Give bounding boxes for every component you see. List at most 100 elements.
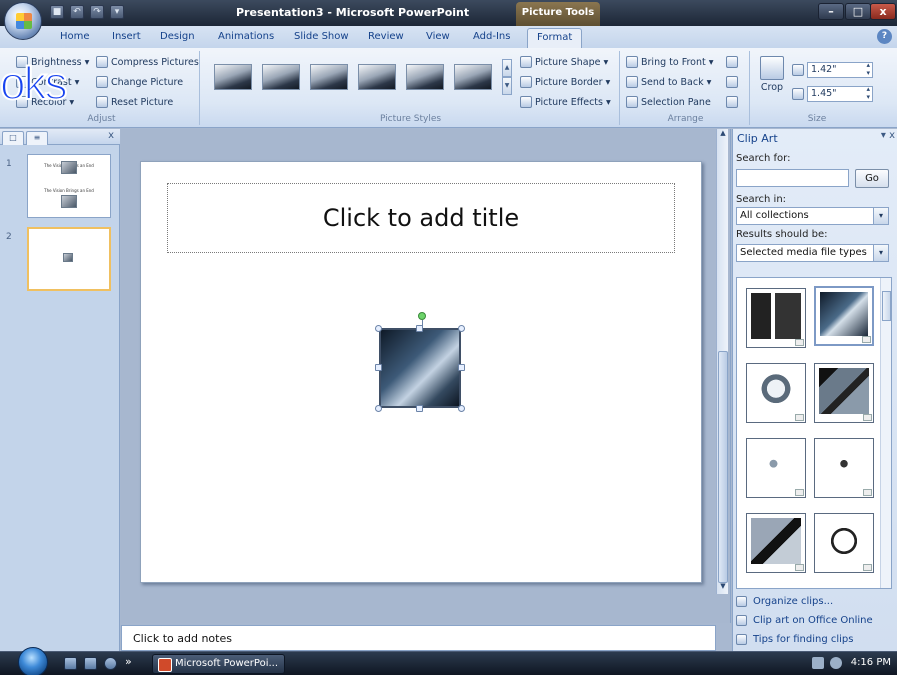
bring-to-front-button[interactable]: Bring to Front ▾ — [626, 56, 714, 68]
selected-clip-art-picture[interactable] — [379, 328, 461, 408]
clip-art-result[interactable] — [746, 438, 806, 498]
clip-art-result[interactable] — [746, 363, 806, 423]
resize-handle-bottom-right[interactable] — [458, 405, 465, 412]
change-picture-button[interactable]: Change Picture — [96, 76, 183, 88]
title-placeholder[interactable]: Click to add title — [167, 183, 675, 253]
width-field[interactable]: 1.45" — [792, 85, 873, 102]
maximize-button[interactable]: □ — [845, 3, 871, 20]
clip-art-results[interactable] — [736, 277, 892, 589]
show-desktop-icon[interactable] — [64, 657, 77, 670]
resize-handle-left[interactable] — [375, 364, 382, 371]
network-icon[interactable] — [812, 657, 824, 669]
save-icon[interactable]: ■ — [50, 5, 64, 19]
clip-menu-icon[interactable] — [863, 414, 872, 421]
tab-review[interactable]: Review — [368, 31, 404, 42]
clip-image — [751, 293, 801, 339]
resize-handle-top[interactable] — [416, 325, 423, 332]
styles-scroll-up[interactable]: ▲ — [502, 59, 512, 77]
tab-format[interactable]: Format — [527, 28, 583, 48]
results-select[interactable]: Selected media file types — [736, 244, 889, 262]
close-icon[interactable]: x — [108, 130, 114, 141]
minimize-button[interactable]: – — [818, 3, 844, 20]
resize-handle-right[interactable] — [458, 364, 465, 371]
group-objects-button[interactable] — [726, 76, 738, 88]
clip-menu-icon[interactable] — [862, 336, 871, 343]
notes-pane[interactable]: Click to add notes — [121, 625, 716, 651]
resize-handle-top-right[interactable] — [458, 325, 465, 332]
vertical-scrollbar[interactable]: ▲ ▼ — [716, 129, 728, 594]
search-in-select[interactable]: All collections — [736, 207, 889, 225]
scroll-down-arrow[interactable]: ▼ — [718, 582, 728, 592]
styles-scroll-down[interactable]: ▼ — [502, 77, 512, 95]
clip-art-result[interactable] — [746, 513, 806, 573]
slide-thumbnail-2[interactable] — [27, 227, 111, 291]
tab-slides[interactable]: □ — [2, 131, 24, 145]
tab-view[interactable]: View — [426, 31, 450, 42]
search-input[interactable] — [736, 169, 849, 187]
start-button[interactable] — [18, 647, 48, 675]
close-button[interactable]: x — [870, 3, 896, 20]
resize-handle-bottom-left[interactable] — [375, 405, 382, 412]
clip-art-result[interactable] — [814, 363, 874, 423]
align-button[interactable] — [726, 56, 738, 68]
tab-design[interactable]: Design — [160, 31, 195, 42]
volume-icon[interactable] — [830, 657, 842, 669]
switch-windows-icon[interactable] — [84, 657, 97, 670]
scrollbar-thumb[interactable] — [718, 351, 728, 583]
clip-menu-icon[interactable] — [863, 489, 872, 496]
crop-button[interactable]: Crop — [760, 56, 784, 93]
pane-options-close[interactable]: ▾ x — [881, 130, 895, 141]
tab-slide-show[interactable]: Slide Show — [294, 31, 349, 42]
picture-shape-button[interactable]: Picture Shape ▾ — [520, 56, 608, 68]
picture-effects-button[interactable]: Picture Effects ▾ — [520, 96, 611, 108]
reset-picture-button[interactable]: Reset Picture — [96, 96, 173, 108]
help-icon[interactable]: ? — [877, 29, 892, 44]
clip-menu-icon[interactable] — [795, 489, 804, 496]
scroll-up-arrow[interactable]: ▲ — [718, 129, 728, 139]
gallery-scrollbar-thumb[interactable] — [882, 291, 891, 321]
clip-menu-icon[interactable] — [795, 339, 804, 346]
slide-thumbnail-1[interactable]: The Vision Brings an End The Vision Brin… — [27, 154, 111, 218]
tab-add-ins[interactable]: Add-Ins — [473, 31, 510, 42]
picture-style-3[interactable] — [310, 64, 348, 90]
clip-menu-icon[interactable] — [863, 564, 872, 571]
clip-menu-icon[interactable] — [795, 564, 804, 571]
undo-icon[interactable]: ↶ — [70, 5, 84, 19]
rotation-handle[interactable] — [418, 312, 426, 320]
picture-style-4[interactable] — [358, 64, 396, 90]
redo-icon[interactable]: ↷ — [90, 5, 104, 19]
quick-launch-chevron[interactable]: » — [125, 655, 132, 668]
selection-pane-button[interactable]: Selection Pane — [626, 96, 711, 108]
clip-art-result[interactable] — [814, 438, 874, 498]
gallery-scrollbar[interactable] — [880, 278, 891, 588]
clip-menu-icon[interactable] — [795, 414, 804, 421]
picture-style-2[interactable] — [262, 64, 300, 90]
picture-style-1[interactable] — [214, 64, 252, 90]
picture-style-5[interactable] — [406, 64, 444, 90]
tab-outline[interactable]: ≡ — [26, 131, 48, 145]
organize-clips-link[interactable]: Organize clips... — [736, 596, 833, 607]
picture-border-button[interactable]: Picture Border ▾ — [520, 76, 610, 88]
picture-style-6[interactable] — [454, 64, 492, 90]
go-button[interactable]: Go — [855, 169, 889, 188]
clock[interactable]: 4:16 PM — [851, 657, 891, 668]
slide-canvas[interactable]: Click to add title — [140, 161, 702, 583]
office-button[interactable] — [4, 2, 42, 40]
compress-pictures-button[interactable]: Compress Pictures — [96, 56, 199, 68]
tab-animations[interactable]: Animations — [218, 31, 274, 42]
tab-home[interactable]: Home — [60, 31, 90, 42]
taskbar-powerpoint-button[interactable]: Microsoft PowerPoi... — [152, 654, 285, 674]
resize-handle-top-left[interactable] — [375, 325, 382, 332]
rotate-button[interactable] — [726, 96, 738, 108]
clip-art-result-selected[interactable] — [814, 286, 874, 346]
browser-icon[interactable] — [104, 657, 117, 670]
send-to-back-button[interactable]: Send to Back ▾ — [626, 76, 711, 88]
resize-handle-bottom[interactable] — [416, 405, 423, 412]
customize-qat-icon[interactable]: ▾ — [110, 5, 124, 19]
clip-art-online-link[interactable]: Clip art on Office Online — [736, 615, 873, 626]
tips-link[interactable]: Tips for finding clips — [736, 634, 853, 645]
clip-art-result[interactable] — [814, 513, 874, 573]
height-field[interactable]: 1.42" — [792, 61, 873, 78]
clip-art-result[interactable] — [746, 288, 806, 348]
tab-insert[interactable]: Insert — [112, 31, 141, 42]
